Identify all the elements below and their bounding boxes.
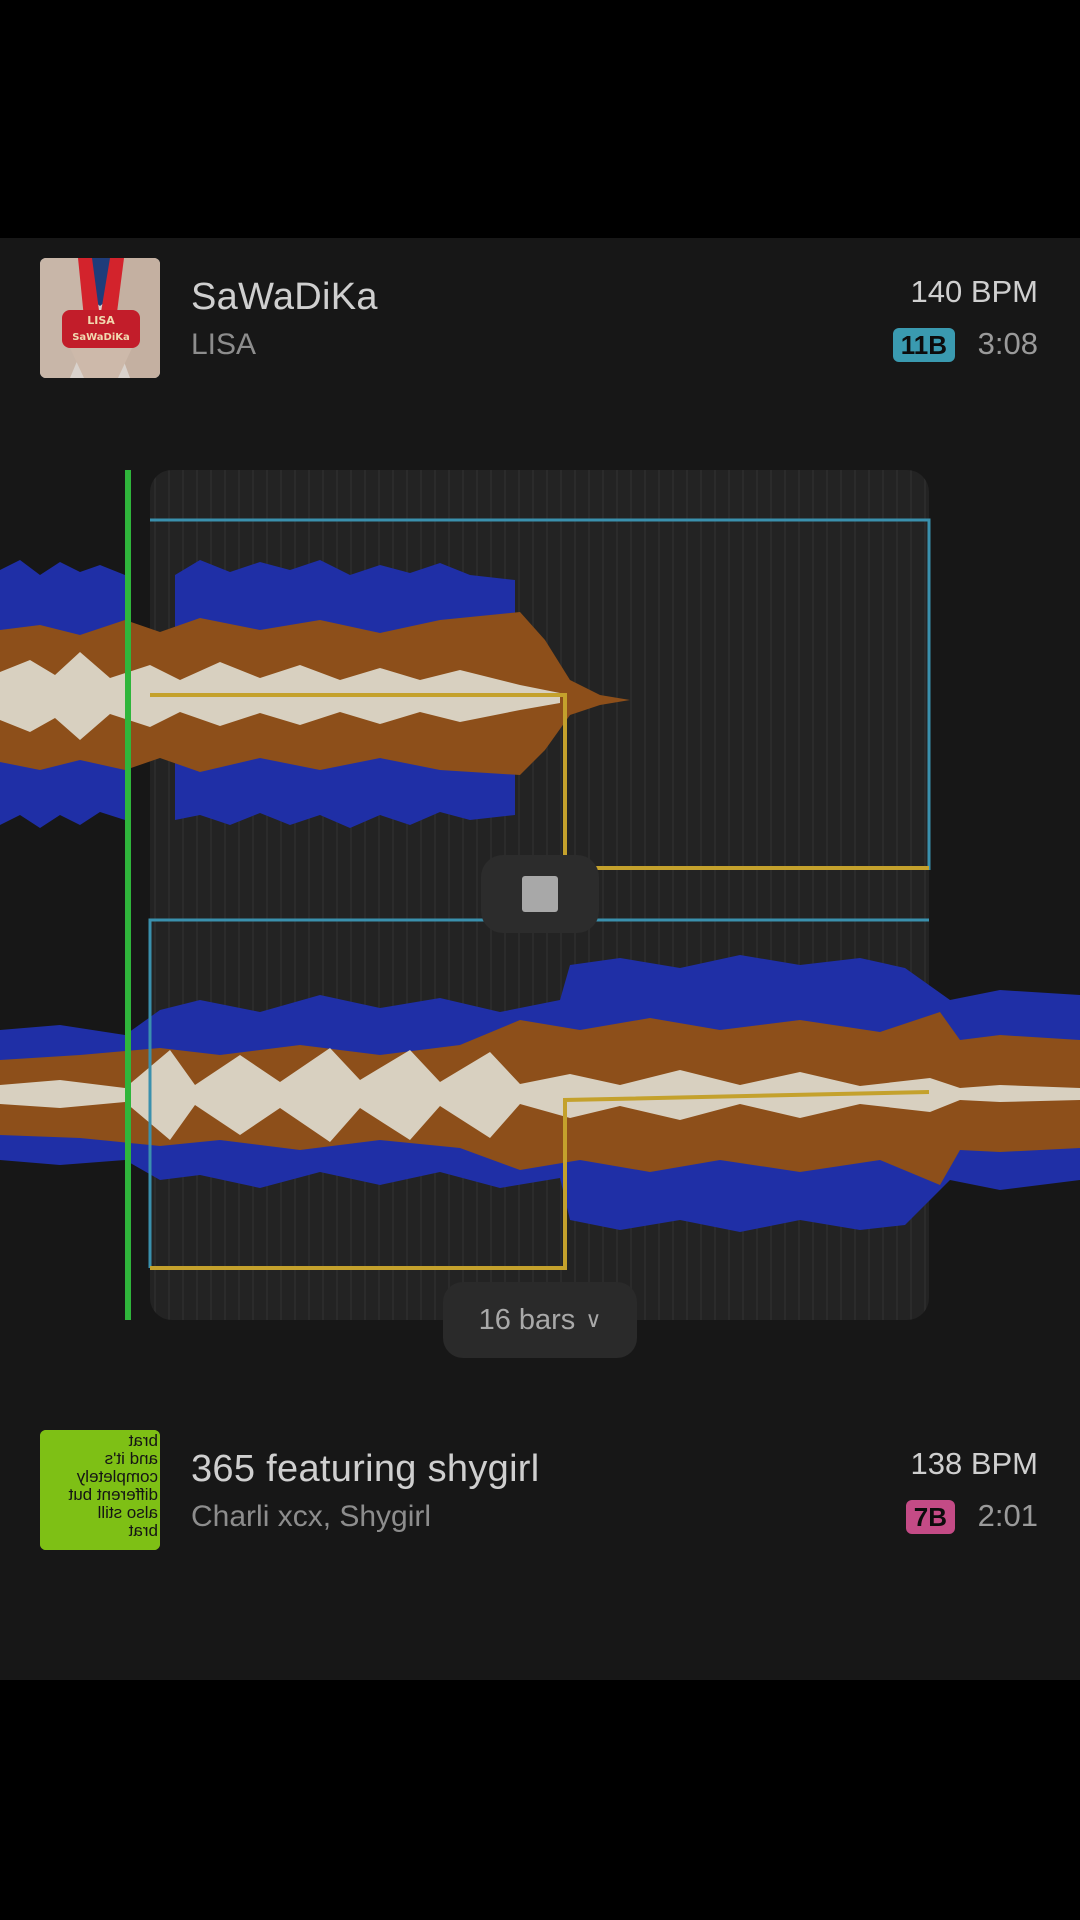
stop-icon — [522, 876, 558, 912]
transition-length-label: 16 bars — [478, 1304, 576, 1336]
stop-button[interactable] — [481, 855, 599, 933]
chevron-down-icon: ∨ — [585, 1307, 602, 1332]
transition-length-dropdown[interactable]: 16 bars ∨ — [443, 1282, 637, 1358]
transition-editor[interactable] — [0, 0, 1080, 1920]
